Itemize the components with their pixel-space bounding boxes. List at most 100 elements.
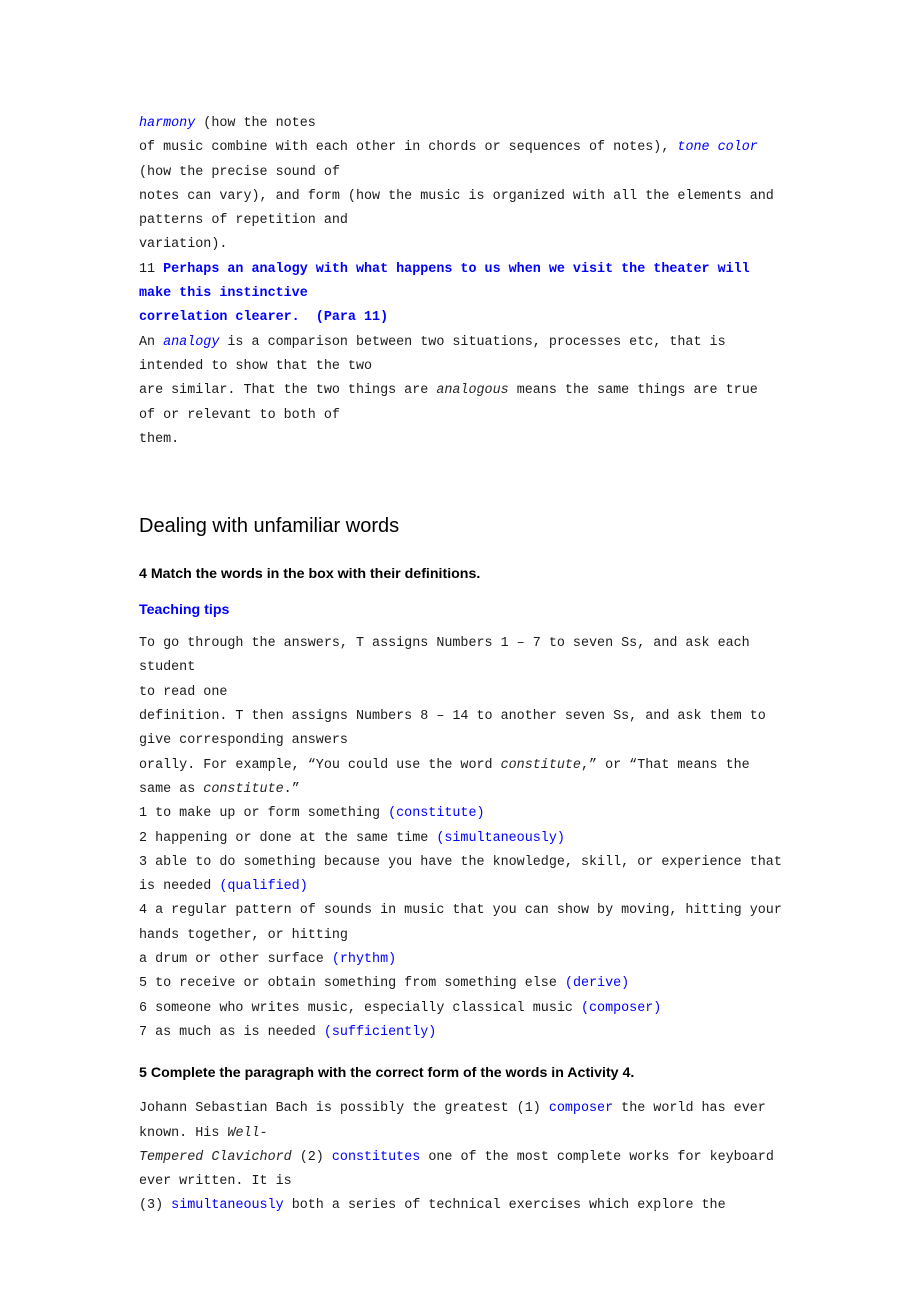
text-run: patterns of repetition and [139,213,348,229]
text-run: 2 happening or done at the same time [139,830,437,846]
text-run: analogous [436,383,509,399]
text-run: (3) [139,1198,172,1214]
text-run: An [139,334,164,350]
text-line: are similar. That the two things are ana… [139,379,784,403]
text-run: 5 to receive or obtain something from so… [139,976,565,992]
text-line: 5 to receive or obtain something from so… [139,972,784,996]
text-line: a drum or other surface (rhythm) [139,948,784,972]
text-run: them. [139,431,180,447]
page-title: Dealing with unfamiliar words [139,515,400,538]
text-run: same as [139,781,204,797]
text-line: definition. T then assigns Numbers 8 – 1… [139,705,784,729]
teaching-tips-label: Teaching tips [139,602,230,619]
text-line: ever written. It is [139,1170,784,1194]
text-run: 1 to make up or form something [139,806,389,822]
text-line: To go through the answers, T assigns Num… [139,632,784,681]
text-run: (composer) [580,1000,662,1016]
text-line: variation). [139,233,784,257]
text-run: means the same things are true [508,383,758,399]
text-line: (3) simultaneously both a series of tech… [139,1194,784,1218]
text-line: patterns of repetition and [139,209,784,233]
text-run: (sufficiently) [323,1024,437,1040]
spacer-before-heading [139,452,784,514]
teaching-tips-body: To go through the answers, T assigns Num… [139,632,784,802]
spacer-after-teaching-tips-label [139,620,784,632]
text-run: definition. T then assigns Numbers 8 – 1… [139,709,766,725]
text-line: Johann Sebastian Bach is possibly the gr… [139,1097,784,1121]
text-run: (how the precise sound of [139,164,340,180]
spacer-before-activity5 [139,1045,784,1063]
text-run: intended to show that the two [139,358,373,374]
text-run: of music combine with each other in chor… [139,140,678,156]
text-line: 7 as much as is needed (sufficiently) [139,1021,784,1045]
text-run: (rhythm) [331,952,397,968]
text-line: hands together, or hitting [139,924,784,948]
text-run: Well- [227,1125,268,1141]
document-content: harmony (how the notes of music combine w… [139,112,784,1219]
text-line: An analogy is a comparison between two s… [139,331,784,355]
spacer-after-heading [139,538,784,564]
text-line: 2 happening or done at the same time (si… [139,827,784,851]
text-run: tone color [677,140,758,156]
text-line: same as constitute.” [139,778,784,802]
spacer-after-activity4-title [139,584,784,600]
text-run: are similar. That the two things are [139,383,437,399]
text-run: a drum or other surface [139,952,332,968]
top-passage: harmony (how the notes of music combine w… [139,112,784,452]
text-run: known. His [139,1125,228,1141]
text-run: constitute [500,757,581,773]
text-run: is a comparison between two situations, … [219,334,726,350]
text-run: one of the most complete works for keybo… [420,1149,774,1165]
text-line: of or relevant to both of [139,404,784,428]
text-run: (derive) [564,976,630,992]
text-line: correlation clearer. (Para 11) [139,306,784,330]
document-page: harmony (how the notes of music combine w… [0,0,920,1302]
text-run: (constitute) [388,806,485,822]
text-line: Tempered Clavichord (2) constitutes one … [139,1146,784,1170]
text-run: Johann Sebastian Bach is possibly the gr… [139,1101,549,1117]
text-run: is needed [139,879,220,895]
text-line: them. [139,428,784,452]
text-run: 7 as much as is needed [139,1024,324,1040]
text-run: constitutes [331,1149,421,1165]
text-run: ever written. It is [139,1174,292,1190]
text-line: 4 a regular pattern of sounds in music t… [139,899,784,923]
text-run: (qualified) [219,879,308,895]
definitions-list: 1 to make up or form something (constitu… [139,802,784,1045]
text-run: .” [283,781,300,797]
text-run: of or relevant to both of [139,407,340,423]
text-run: 4 a regular pattern of sounds in music t… [139,903,782,919]
text-line: 1 to make up or form something (constitu… [139,802,784,826]
text-run: variation). [139,237,228,253]
text-run: (how the notes [195,116,316,131]
activity-5-paragraph: Johann Sebastian Bach is possibly the gr… [139,1097,784,1218]
text-line: orally. For example, “You could use the … [139,754,784,778]
text-line: 3 able to do something because you have … [139,851,784,875]
text-run: hands together, or hitting [139,927,348,943]
text-run: To go through the answers, T assigns Num… [139,636,758,676]
text-line: of music combine with each other in chor… [139,136,784,160]
text-run: correlation clearer. (Para 11) [139,310,389,326]
spacer-after-activity5-title [139,1083,784,1097]
text-line: (how the precise sound of [139,161,784,185]
text-line: notes can vary), and form (how the music… [139,185,784,209]
text-run: give corresponding answers [139,733,348,749]
activity-5-title: 5 Complete the paragraph with the correc… [139,1065,635,1082]
text-line: harmony (how the notes [139,112,784,136]
text-run: 11 [139,261,164,277]
text-line: intended to show that the two [139,355,784,379]
text-run: ,” or “That means the [580,757,750,773]
activity-4-title: 4 Match the words in the box with their … [139,566,481,583]
text-run: constitute [203,781,284,797]
text-run: the world has ever [613,1101,766,1117]
text-line: to read one [139,681,784,705]
text-line: 6 someone who writes music, especially c… [139,997,784,1021]
text-run: 6 someone who writes music, especially c… [139,1000,581,1016]
text-run: Tempered Clavichord [139,1149,292,1165]
text-run: orally. For example, “You could use the … [139,757,501,773]
text-run: (simultaneously) [436,830,565,846]
text-run: Perhaps an analogy with what happens to … [163,261,750,277]
text-run: (2) [291,1149,332,1165]
text-run: to read one [139,684,228,700]
text-line: make this instinctive [139,282,784,306]
